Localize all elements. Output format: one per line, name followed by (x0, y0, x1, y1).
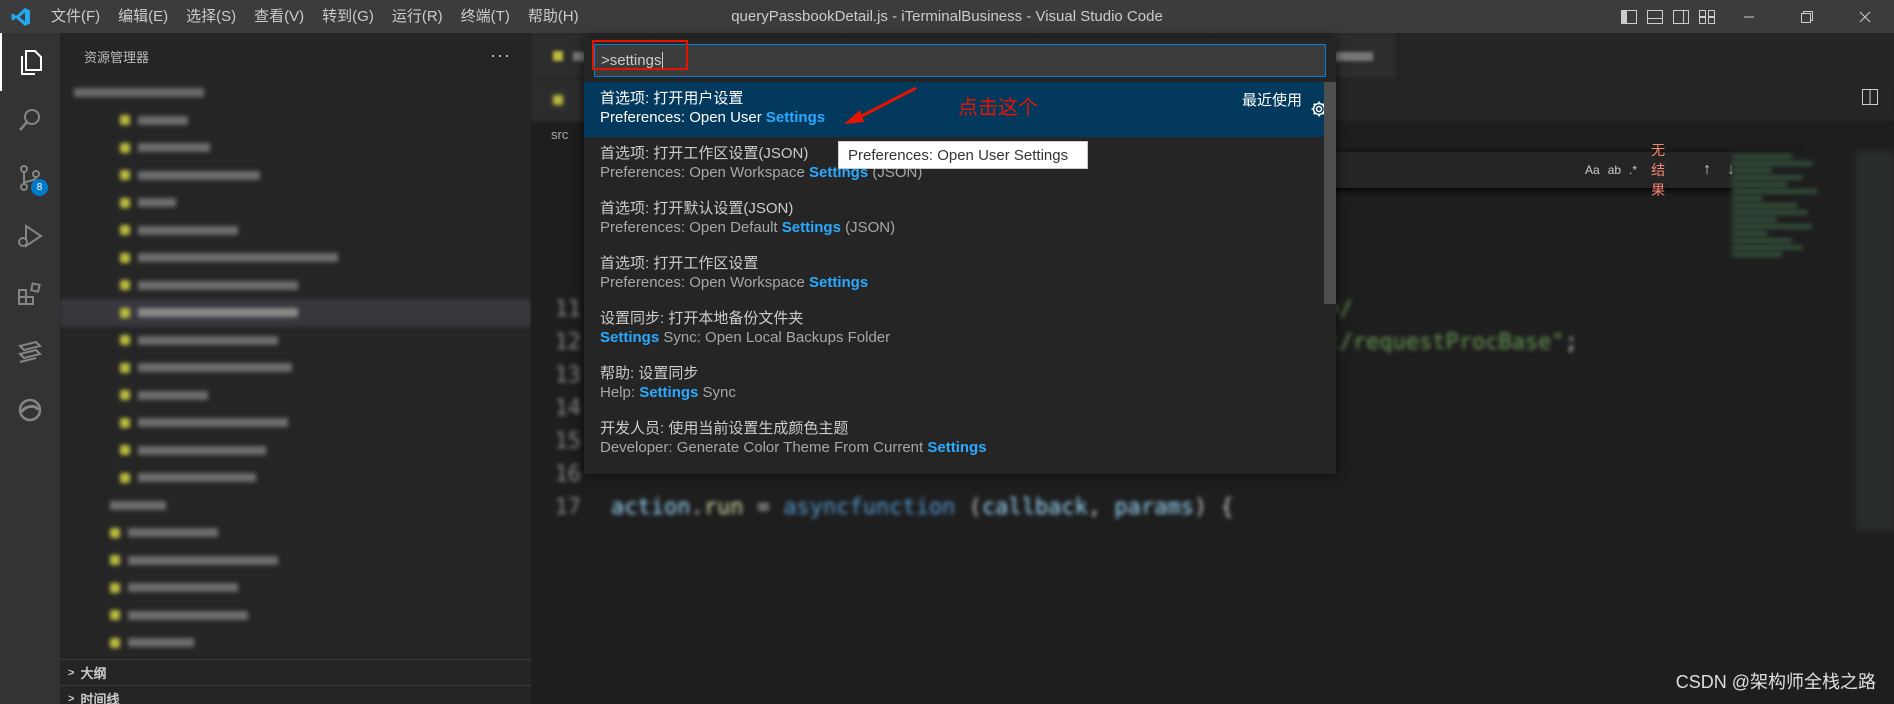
tree-row[interactable] (60, 492, 531, 520)
toggle-panel-icon[interactable] (1642, 0, 1668, 33)
source-control-icon[interactable]: 8 (0, 149, 60, 207)
side-panel-strip (1856, 151, 1894, 531)
toggle-sidebar-icon[interactable] (1616, 0, 1642, 33)
tree-row[interactable] (60, 107, 531, 135)
tree-row[interactable] (60, 189, 531, 217)
regex-toggle[interactable]: .* (1629, 163, 1637, 177)
tree-row-selected[interactable] (60, 299, 531, 327)
find-widget: Aa ab .* 无结果 ↑ ↓ ☰ ✕ (1291, 142, 1796, 198)
command-detail: Help: Settings Sync (600, 384, 736, 401)
command-item-open-workspace-settings[interactable]: 首选项: 打开工作区设置 Preferences: Open Workspace… (584, 247, 1336, 302)
menu-edit[interactable]: 编辑(E) (109, 0, 177, 33)
menu-file[interactable]: 文件(F) (42, 0, 109, 33)
tree-row[interactable] (60, 464, 531, 492)
menu-run[interactable]: 运行(R) (383, 0, 452, 33)
scm-badge: 8 (31, 179, 48, 196)
extensions-icon[interactable] (0, 265, 60, 323)
customize-layout-icon[interactable] (1694, 0, 1720, 33)
command-label: 开发人员: 使用当前设置生成颜色主题 (600, 420, 849, 437)
minimap[interactable] (1732, 151, 1822, 531)
menu-terminal[interactable]: 终端(T) (452, 0, 519, 33)
command-detail: Preferences: Open Workspace Settings (600, 274, 869, 291)
tree-row[interactable] (60, 354, 531, 382)
tree-row[interactable] (60, 409, 531, 437)
explorer-icon[interactable] (0, 33, 60, 91)
annotation-text: 点击这个 (958, 97, 1038, 119)
timeline-section[interactable]: > 时间线 (60, 685, 531, 704)
whole-word-toggle[interactable]: ab (1608, 163, 1621, 177)
command-label: 帮助: 设置同步 (600, 365, 699, 382)
explorer-header: 资源管理器 ··· (60, 33, 531, 79)
title-actions (1616, 0, 1894, 33)
tree-row[interactable] (60, 244, 531, 272)
explorer-title: 资源管理器 (84, 49, 150, 65)
tree-row[interactable] (60, 134, 531, 162)
annotation-arrow-icon (844, 86, 917, 124)
outline-section-label: 大纲 (80, 666, 107, 681)
find-no-results: 无结果 (1651, 142, 1666, 198)
split-editor-icon[interactable] (1862, 89, 1878, 110)
command-label: 首选项: 打开工作区设置 (600, 255, 759, 272)
command-item-settings-sync-backups[interactable]: 设置同步: 打开本地备份文件夹 Settings Sync: Open Loca… (584, 302, 1336, 357)
tree-row[interactable] (60, 547, 531, 575)
tree-row[interactable] (60, 382, 531, 410)
restore-icon[interactable] (1778, 0, 1836, 33)
tree-row[interactable] (60, 162, 531, 190)
tree-row[interactable] (60, 602, 531, 630)
command-label: 首选项: 打开默认设置(JSON) (600, 200, 794, 217)
tree-row[interactable] (60, 79, 531, 107)
text-cursor (662, 52, 664, 69)
command-palette-scrollbar[interactable] (1324, 82, 1336, 304)
timeline-section-label: 时间线 (80, 692, 120, 704)
watermark: CSDN @架构师全栈之路 (1675, 672, 1876, 692)
edge-devtools-icon[interactable] (0, 381, 60, 439)
command-palette-list: 首选项: 打开用户设置 Preferences: Open User Setti… (584, 82, 1336, 467)
menu-view[interactable]: 查看(V) (245, 0, 313, 33)
chevron-right-icon: > (68, 666, 75, 679)
search-icon[interactable] (0, 91, 60, 149)
command-detail: Settings Sync: Open Local Backups Folder (600, 329, 891, 346)
close-window-icon[interactable] (1836, 0, 1894, 33)
vscode-logo-icon (0, 0, 42, 33)
command-item-open-default-settings-json[interactable]: 首选项: 打开默认设置(JSON) Preferences: Open Defa… (584, 192, 1336, 247)
run-debug-icon[interactable] (0, 207, 60, 265)
tree-row[interactable] (60, 217, 531, 245)
menu-go[interactable]: 转到(G) (313, 0, 383, 33)
command-label: 设置同步: 打开本地备份文件夹 (600, 310, 804, 327)
menu-help[interactable]: 帮助(H) (519, 0, 588, 33)
breadcrumb-src[interactable]: src (551, 127, 568, 142)
tree-row[interactable] (60, 629, 531, 657)
minimize-icon[interactable] (1720, 0, 1778, 33)
tree-row[interactable] (60, 519, 531, 547)
activity-bar: 8 (0, 33, 60, 704)
command-palette-input-value: >settings (601, 52, 662, 69)
title-bar: 文件(F) 编辑(E) 选择(S) 查看(V) 转到(G) 运行(R) 终端(T… (0, 0, 1894, 33)
match-case-toggle[interactable]: Aa (1585, 163, 1600, 177)
command-item-generate-color-theme[interactable]: 开发人员: 使用当前设置生成颜色主题 Developer: Generate C… (584, 412, 1336, 467)
command-palette-input[interactable]: >settings (594, 44, 1326, 77)
menu-bar: 文件(F) 编辑(E) 选择(S) 查看(V) 转到(G) 运行(R) 终端(T… (42, 0, 588, 33)
tree-row[interactable] (60, 272, 531, 300)
command-item-help-settings-sync[interactable]: 帮助: 设置同步 Help: Settings Sync (584, 357, 1336, 412)
toggle-secondary-sidebar-icon[interactable] (1668, 0, 1694, 33)
more-actions-icon[interactable]: ··· (490, 45, 511, 66)
explorer-sidebar: 资源管理器 ··· > 大纲 > 时间线 (60, 33, 531, 704)
command-detail: Preferences: Open Default Settings (JSON… (600, 219, 896, 236)
chevron-right-icon: > (68, 692, 75, 704)
arrow-up-icon[interactable]: ↑ (1703, 161, 1711, 179)
menu-selection[interactable]: 选择(S) (177, 0, 245, 33)
command-tooltip: Preferences: Open User Settings (838, 141, 1088, 169)
tree-row[interactable] (60, 574, 531, 602)
tree-row[interactable] (60, 437, 531, 465)
recently-used-label: 最近使用 (1241, 92, 1302, 109)
tree-row[interactable] (60, 327, 531, 355)
remote-explorer-icon[interactable] (0, 323, 60, 381)
command-detail: Developer: Generate Color Theme From Cur… (600, 439, 987, 456)
outline-section[interactable]: > 大纲 (60, 659, 531, 685)
code-line: 17 action. run = async function (callback,… (554, 495, 1234, 520)
file-tree[interactable] (60, 79, 531, 657)
